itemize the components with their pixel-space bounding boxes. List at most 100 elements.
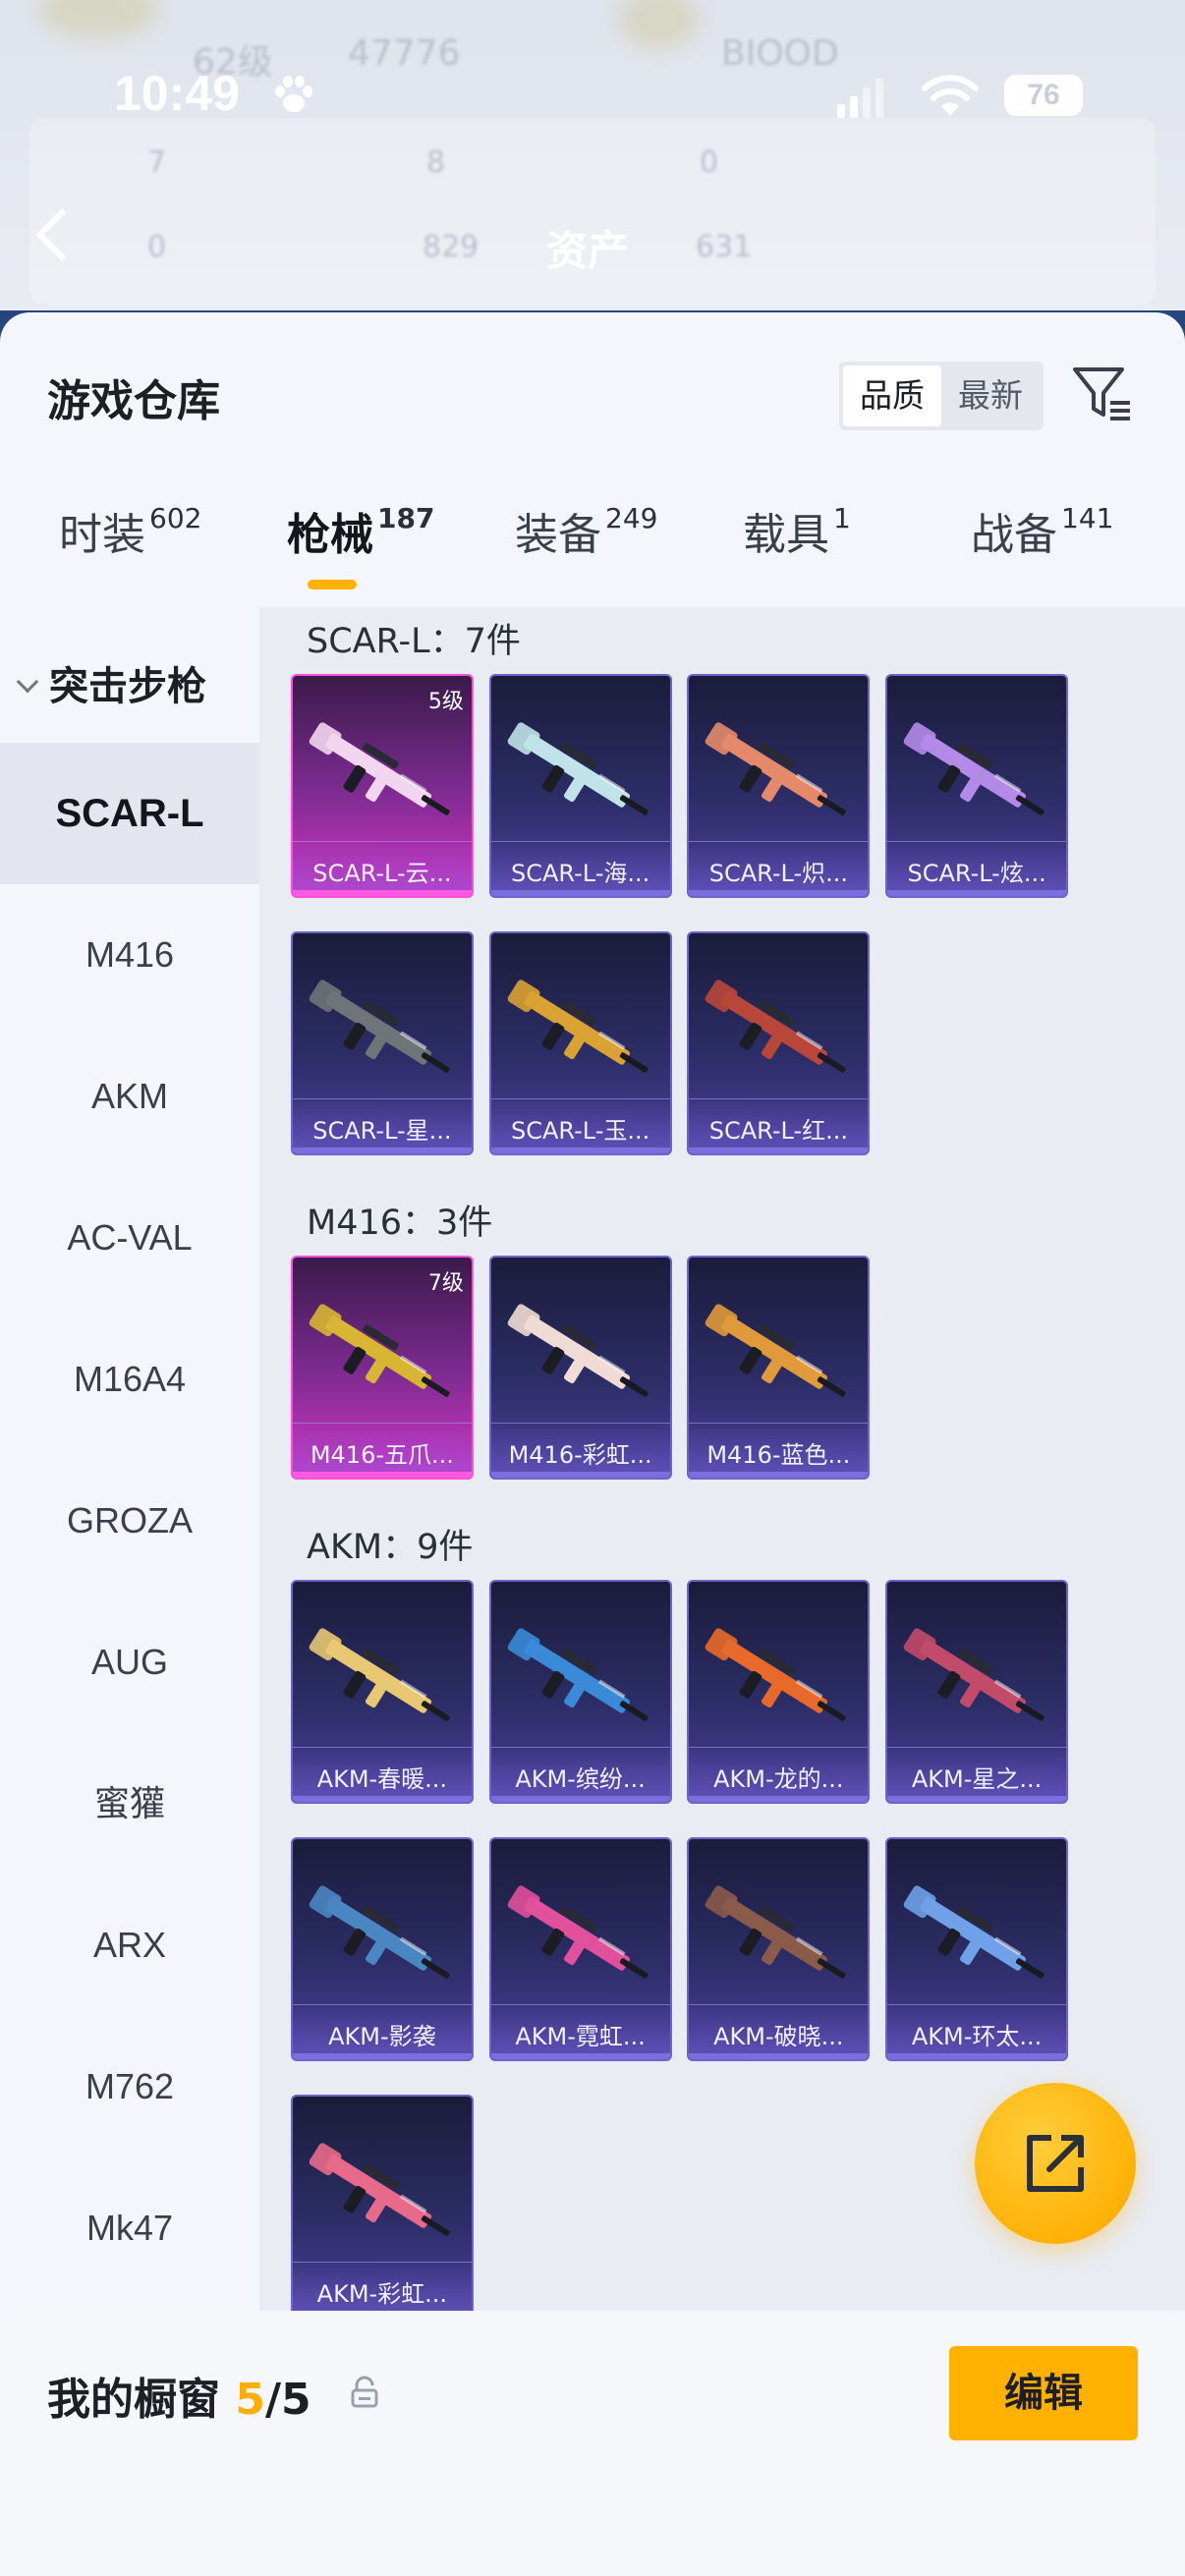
tab-count: 187 xyxy=(377,502,435,534)
weapon-card[interactable]: SCAR-L-炽... xyxy=(687,674,871,898)
weapon-image xyxy=(705,1885,847,1979)
sort-quality-button[interactable]: 品质 xyxy=(843,365,941,426)
tab-vehicles[interactable]: 载具 1 xyxy=(743,499,851,562)
group-title: AKM：9件 xyxy=(307,1528,474,1567)
weapon-image xyxy=(309,1885,450,1979)
sidebar-item-aug[interactable]: AUG xyxy=(0,1592,259,1733)
tab-firearms[interactable]: 枪械 187 xyxy=(287,499,434,562)
weapon-name: SCAR-L-红... xyxy=(708,1117,848,1145)
weapon-card[interactable]: AKM-星之... xyxy=(885,1580,1069,1804)
weapon-name: AKM-影袭 xyxy=(328,2023,436,2050)
sidebar-item-m16a4[interactable]: M16A4 xyxy=(0,1309,259,1450)
weapon-name: AKM-缤纷... xyxy=(515,1765,646,1793)
sidebar-item-akm[interactable]: AKM xyxy=(0,1026,259,1167)
bg-name-text: BIOOD xyxy=(721,33,839,74)
inventory-sheet: 游戏仓库 品质 最新 时装 602 枪械 187 装备 249 载具 1 战备 141 突… xyxy=(0,312,1185,2576)
showcase-total-count: /5 xyxy=(264,2375,311,2425)
weapon-card[interactable]: AKM-龙的... xyxy=(687,1580,871,1804)
weapon-image xyxy=(903,722,1044,815)
tab-label: 枪械 xyxy=(287,510,373,560)
sidebar-group-header[interactable]: 突击步枪 xyxy=(16,654,206,711)
tab-label: 战备 xyxy=(971,510,1057,560)
bg-stat-3: 0 xyxy=(700,145,719,180)
weapon-card[interactable]: AKM-破晓... xyxy=(687,1837,871,2061)
weapon-card[interactable]: AKM-缤纷... xyxy=(488,1580,672,1804)
weapon-image xyxy=(705,722,847,815)
weapon-card[interactable]: AKM-环太... xyxy=(885,1837,1069,2061)
group-title: M416：3件 xyxy=(307,1204,493,1243)
sidebar-item-groza[interactable]: GROZA xyxy=(0,1450,259,1592)
bg-stat-5: 829 xyxy=(423,230,480,264)
rarity-stripe xyxy=(292,1148,472,1153)
weapon-card[interactable]: AKM-彩虹... xyxy=(290,2095,474,2311)
weapon-name: AKM-春暖... xyxy=(316,1765,448,1793)
sidebar-item-m762[interactable]: M762 xyxy=(0,2016,259,2157)
tab-count: 249 xyxy=(605,502,658,534)
rarity-stripe xyxy=(292,1796,472,1802)
edit-button[interactable]: 编辑 xyxy=(949,2346,1138,2440)
weapon-image xyxy=(309,1304,450,1397)
share-icon xyxy=(1027,2135,1084,2192)
paw-icon xyxy=(275,76,312,112)
weapon-type-sidebar: 突击步枪 SCAR-L M416 AKM AC-VAL M16A4 GROZA AUG 蜜獾 A… xyxy=(0,607,259,2311)
weapon-name: SCAR-L-玉... xyxy=(510,1117,650,1145)
sidebar-item-arx[interactable]: ARX xyxy=(0,1875,259,2016)
group-title: SCAR-L：7件 xyxy=(307,622,521,661)
sidebar-item-scar-l[interactable]: SCAR-L xyxy=(0,743,259,884)
weapon-name: SCAR-L-炽... xyxy=(708,860,848,887)
weapon-card[interactable]: M416-彩虹... xyxy=(488,1256,672,1480)
tab-equipment[interactable]: 装备 249 xyxy=(515,499,657,562)
share-button[interactable] xyxy=(975,2083,1136,2244)
chevron-down-icon xyxy=(16,670,39,694)
rarity-stripe xyxy=(689,1472,869,1478)
weapon-card[interactable]: AKM-影袭 xyxy=(290,1837,474,2061)
weapon-card[interactable]: 7级 M416-五爪... xyxy=(290,1256,474,1480)
weapon-name: AKM-彩虹... xyxy=(316,2280,448,2308)
rarity-stripe xyxy=(292,1472,472,1478)
weapon-card[interactable]: SCAR-L-炫... xyxy=(885,674,1069,898)
tab-fashion[interactable]: 时装 602 xyxy=(59,499,201,562)
sidebar-item-mk47[interactable]: Mk47 xyxy=(0,2157,259,2299)
weapon-image xyxy=(705,1628,847,1721)
weapon-card[interactable]: SCAR-L-红... xyxy=(687,931,871,1155)
weapon-name: M416-五爪... xyxy=(310,1441,454,1469)
rarity-stripe xyxy=(689,1148,869,1153)
weapon-name: AKM-环太... xyxy=(911,2023,1043,2050)
weapon-grid: SCAR-L：7件 5级 SCAR-L-云... SCAR-L-海... SCAR-L-… xyxy=(259,607,1185,2311)
bg-stat-4: 0 xyxy=(147,230,167,264)
sidebar-item-m416[interactable]: M416 xyxy=(0,884,259,1026)
tab-supplies[interactable]: 战备 141 xyxy=(971,499,1113,562)
weapon-card[interactable]: SCAR-L-海... xyxy=(488,674,672,898)
weapon-image xyxy=(507,1885,649,1979)
weapon-image xyxy=(309,980,450,1073)
weapon-card[interactable]: SCAR-L-星... xyxy=(290,931,474,1155)
bg-stat-1: 7 xyxy=(147,145,167,180)
bg-stat-2: 8 xyxy=(426,145,446,180)
weapon-card[interactable]: AKM-霓虹... xyxy=(488,1837,672,2061)
weapon-card[interactable]: 5级 SCAR-L-云... xyxy=(290,674,474,898)
sidebar-item-ac-val[interactable]: AC-VAL xyxy=(0,1167,259,1309)
weapon-image xyxy=(309,1628,450,1721)
weapon-card[interactable]: AKM-春暖... xyxy=(290,1580,474,1804)
weapon-card[interactable]: SCAR-L-玉... xyxy=(488,931,672,1155)
weapon-name: AKM-破晓... xyxy=(713,2023,844,2050)
tab-label: 时装 xyxy=(59,510,145,560)
weapon-name: SCAR-L-云... xyxy=(312,860,452,887)
weapon-name: SCAR-L-海... xyxy=(510,860,650,887)
sort-newest-button[interactable]: 最新 xyxy=(941,365,1040,426)
bg-page-title: 资产 xyxy=(546,227,630,275)
showcase-current-count: 5 xyxy=(235,2375,265,2425)
rarity-stripe xyxy=(887,1796,1067,1802)
category-tabs: 时装 602 枪械 187 装备 249 载具 1 战备 141 xyxy=(0,499,1185,607)
sidebar-item--[interactable]: 蜜獾 xyxy=(0,1733,259,1875)
weapon-image xyxy=(507,722,649,815)
bg-stat-6: 631 xyxy=(696,230,753,264)
filter-icon[interactable] xyxy=(1071,364,1134,426)
weapon-name: AKM-星之... xyxy=(911,1765,1043,1793)
rarity-stripe xyxy=(887,2053,1067,2059)
active-tab-indicator xyxy=(308,580,357,589)
rarity-stripe xyxy=(887,890,1067,896)
weapon-card[interactable]: M416-蓝色... xyxy=(687,1256,871,1480)
level-badge: 7级 xyxy=(427,1271,464,1296)
rarity-stripe xyxy=(490,1796,670,1802)
